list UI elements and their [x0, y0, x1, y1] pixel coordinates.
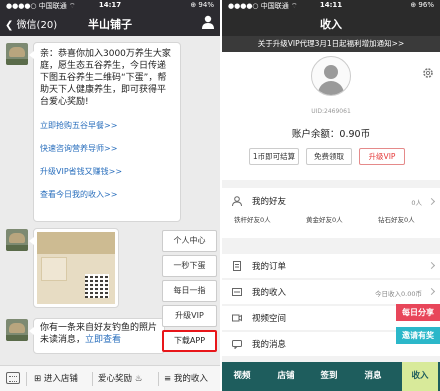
link-upgrade-vip[interactable]: 升级VIP省钱又赚钱>>	[40, 167, 174, 177]
friends-icon	[232, 196, 242, 206]
message-bubble-welcome: 亲：恭喜你加入3000万养生大家庭，愿生态五谷养生，今日传递下图五谷养生二维码“…	[29, 42, 181, 222]
status-time: 14:11	[319, 1, 343, 9]
invite-reward-button[interactable]: 邀请有奖	[396, 327, 440, 344]
account-balance: 账户余额：0.90币	[291, 129, 371, 140]
today-income: 今日收入0.00币	[375, 290, 422, 298]
view-now-link[interactable]: 立即查看	[85, 335, 121, 345]
tab-check-in[interactable]: 签到	[311, 362, 347, 391]
sender-avatar[interactable]	[6, 43, 28, 65]
row-label: 我的订单	[252, 262, 287, 272]
reward-icon: ♨	[134, 374, 143, 384]
battery-indicator: ⊕ 96%	[410, 1, 434, 9]
settle-button[interactable]: 1币即可结算	[249, 148, 299, 165]
menu-item-daily-point[interactable]: 每日一指	[162, 280, 217, 302]
video-icon	[232, 314, 242, 322]
document-icon	[233, 261, 241, 271]
shop-icon: ⊞	[34, 374, 42, 384]
menu-item-lay-egg[interactable]: 一秒下蛋	[162, 255, 217, 277]
menu-my-income[interactable]: ≡ 我的收入	[164, 366, 208, 391]
row-label: 我的消息	[252, 340, 287, 350]
user-avatar[interactable]	[311, 56, 351, 96]
my-friends-row[interactable]: 我的好友 0人 铁杆好友0人 黄金好友0人 钻石好友0人	[222, 188, 440, 238]
announcement-banner[interactable]: 关于升级VIP代理3月1日起福利增加通知>>	[222, 36, 440, 52]
person-icon[interactable]	[202, 15, 214, 29]
wechat-chat-panel: ●●●●○ 中国联通 ⌔ 14:17 ⊕ 94% ❮ 微信(20) 半山铺子 亲…	[0, 0, 220, 391]
user-id: UID:2469061	[311, 108, 351, 115]
chevron-right-icon	[427, 287, 436, 296]
tab-video[interactable]: 视频	[224, 362, 260, 391]
message-bubble-image[interactable]	[29, 228, 119, 308]
qr-poster-image[interactable]	[37, 232, 115, 304]
menu-enter-shop[interactable]: ⊞ 进入店铺	[34, 366, 78, 391]
menu-item-download-app[interactable]: 下载APP	[162, 330, 217, 352]
upgrade-vip-button[interactable]: 升级VIP	[359, 148, 405, 165]
message-icon	[232, 340, 242, 349]
menu-love-reward[interactable]: 爱心奖励 ♨	[98, 366, 142, 391]
free-claim-button[interactable]: 免费领取	[306, 148, 352, 165]
chevron-right-icon	[427, 197, 436, 206]
menu-lines-icon: ≡	[164, 374, 172, 384]
row-label: 我的收入	[252, 288, 287, 298]
status-time: 14:17	[98, 1, 122, 9]
bottom-tab-bar: 视频 店铺 签到 消息 收入	[222, 362, 440, 391]
tab-shop[interactable]: 店铺	[268, 362, 304, 391]
sender-avatar[interactable]	[6, 319, 28, 341]
chat-nav-bar: ❮ 微信(20) 半山铺子	[0, 11, 220, 36]
status-bar: ●●●●○ 中国联通 ⌔ 14:11 ⊕ 96%	[222, 0, 440, 11]
row-label: 视频空间	[252, 314, 287, 324]
income-page-panel: ●●●●○ 中国联通 ⌔ 14:11 ⊕ 96% 收入 关于升级VIP代理3月1…	[222, 0, 440, 391]
menu-item-personal-center[interactable]: 个人中心	[162, 230, 217, 252]
status-bar: ●●●●○ 中国联通 ⌔ 14:17 ⊕ 94%	[0, 0, 220, 11]
keyboard-icon[interactable]	[6, 372, 20, 384]
link-buy-breakfast[interactable]: 立即抢购五谷早餐>>	[40, 121, 174, 131]
my-orders-row[interactable]: 我的订单	[222, 254, 440, 278]
my-income-row[interactable]: 我的收入 今日收入0.00币	[222, 280, 440, 304]
menu-item-upgrade-vip[interactable]: 升级VIP	[162, 305, 217, 327]
account-header: UID:2469061 账户余额：0.90币 1币即可结算 免费领取 升级VIP	[222, 52, 440, 180]
battery-indicator: ⊕ 94%	[190, 1, 214, 9]
daily-share-button[interactable]: 每日分享	[396, 304, 440, 321]
income-icon	[232, 288, 242, 296]
link-view-income[interactable]: 查看今日我的收入>>	[40, 190, 174, 200]
tab-income[interactable]: 收入	[402, 362, 438, 391]
link-consult-tutor[interactable]: 快速咨询营养导师>>	[40, 144, 174, 154]
tab-messages[interactable]: 消息	[355, 362, 391, 391]
sender-avatar[interactable]	[6, 229, 28, 251]
chevron-right-icon	[427, 261, 436, 270]
official-account-menu-bar: ⊞ 进入店铺 爱心奖励 ♨ ≡ 我的收入	[0, 365, 220, 391]
welcome-text: 亲：恭喜你加入3000万养生大家庭，愿生态五谷养生，今日传递下图五谷养生二维码“…	[40, 49, 171, 107]
chat-title: 半山铺子	[88, 18, 132, 31]
iron-friends-count: 铁杆好友0人	[234, 216, 271, 224]
gold-friends-count: 黄金好友0人	[306, 216, 343, 224]
message-bubble-notice: 你有一条来自好友钓鱼的照片未读消息，立即查看	[29, 318, 165, 354]
gear-icon[interactable]	[422, 67, 434, 79]
friends-count: 0人	[411, 199, 422, 207]
diamond-friends-count: 钻石好友0人	[378, 216, 415, 224]
page-title: 收入	[320, 18, 342, 31]
friends-label: 我的好友	[252, 197, 287, 207]
